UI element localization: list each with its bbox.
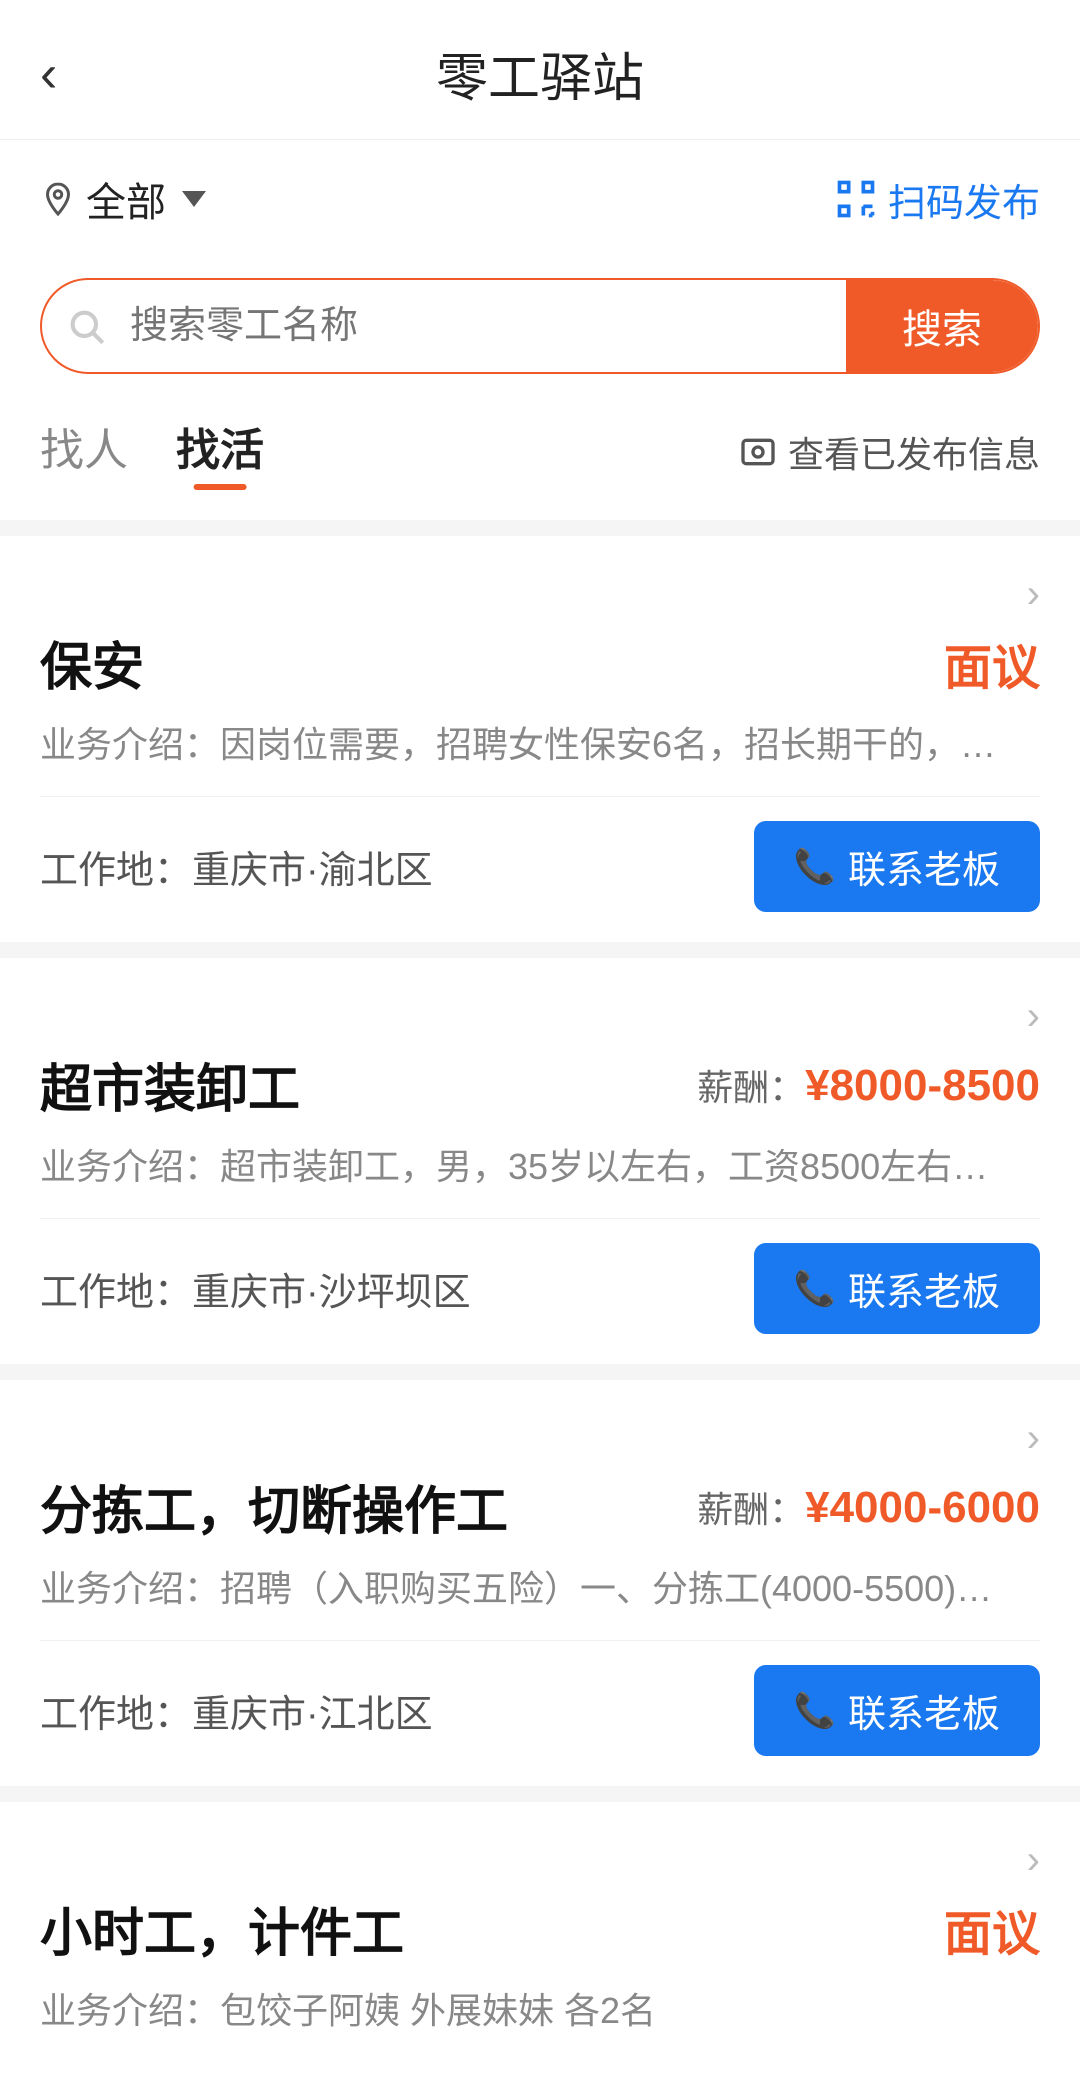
search-icon-wrap bbox=[42, 306, 130, 346]
job-title: 小时工，计件工 bbox=[40, 1891, 404, 1966]
view-published-button[interactable]: 查看已发布信息 bbox=[738, 426, 1040, 478]
page-title: 零工驿站 bbox=[436, 36, 644, 111]
contact-label: 联系老板 bbox=[848, 1683, 1000, 1738]
location-selector[interactable]: 全部 bbox=[40, 170, 206, 228]
job-card[interactable]: › 小时工，计件工 面议 业务介绍：包饺子阿姨 外展妹妹 各2名 bbox=[0, 1802, 1080, 2092]
contact-label: 联系老板 bbox=[848, 839, 1000, 894]
salary-value: ¥8000-8500 bbox=[805, 1061, 1040, 1110]
job-title: 分拣工，切断操作工 bbox=[40, 1469, 508, 1544]
divider bbox=[40, 1640, 1040, 1641]
divider bbox=[40, 1218, 1040, 1219]
chevron-right-icon: › bbox=[1027, 1416, 1040, 1461]
job-salary: 面议 bbox=[944, 628, 1040, 698]
tabs-left: 找人 找活 bbox=[40, 414, 264, 490]
job-location: 工作地：重庆市·江北区 bbox=[40, 1683, 433, 1738]
phone-icon: 📞 bbox=[794, 1691, 836, 1731]
chevron-right-icon: › bbox=[1027, 572, 1040, 617]
location-pin-icon bbox=[40, 181, 76, 217]
search-area: 搜索 bbox=[0, 258, 1080, 414]
view-published-label: 查看已发布信息 bbox=[788, 426, 1040, 478]
job-description: 业务介绍：超市装卸工，男，35岁以左右，工资8500左右… bbox=[40, 1140, 1040, 1194]
search-input[interactable] bbox=[130, 305, 846, 348]
back-button[interactable]: ‹ bbox=[40, 48, 57, 100]
job-location: 工作地：重庆市·渝北区 bbox=[40, 839, 433, 894]
location-text: 全部 bbox=[86, 170, 166, 228]
chevron-right-icon: › bbox=[1027, 994, 1040, 1039]
job-salary: 面议 bbox=[944, 1894, 1040, 1964]
job-list: › 保安 面议 业务介绍：因岗位需要，招聘女性保安6名，招长期干的，… 工作地：… bbox=[0, 536, 1080, 2092]
job-card[interactable]: › 保安 面议 业务介绍：因岗位需要，招聘女性保安6名，招长期干的，… 工作地：… bbox=[0, 536, 1080, 942]
contact-boss-button[interactable]: 📞 联系老板 bbox=[754, 1665, 1040, 1756]
contact-label: 联系老板 bbox=[848, 1261, 1000, 1316]
search-icon bbox=[66, 306, 106, 346]
search-box: 搜索 bbox=[40, 278, 1040, 374]
job-card[interactable]: › 超市装卸工 薪酬：¥8000-8500 业务介绍：超市装卸工，男，35岁以左… bbox=[0, 958, 1080, 1364]
job-location: 工作地：重庆市·沙坪坝区 bbox=[40, 1261, 471, 1316]
contact-boss-button[interactable]: 📞 联系老板 bbox=[754, 821, 1040, 912]
scan-publish-label: 扫码发布 bbox=[888, 172, 1040, 227]
phone-icon: 📞 bbox=[794, 1269, 836, 1309]
contact-boss-button[interactable]: 📞 联系老板 bbox=[754, 1243, 1040, 1334]
job-salary: 薪酬：¥4000-6000 bbox=[697, 1481, 1040, 1533]
job-title: 保安 bbox=[40, 625, 144, 700]
job-description: 业务介绍：招聘（入职购买五险）一、分拣工(4000-5500)… bbox=[40, 1562, 1040, 1616]
phone-icon: 📞 bbox=[794, 847, 836, 887]
salary-value: ¥4000-6000 bbox=[805, 1483, 1040, 1532]
job-card[interactable]: › 分拣工，切断操作工 薪酬：¥4000-6000 业务介绍：招聘（入职购买五险… bbox=[0, 1380, 1080, 1786]
dropdown-arrow-icon bbox=[182, 191, 206, 207]
job-description: 业务介绍：因岗位需要，招聘女性保安6名，招长期干的，… bbox=[40, 718, 1040, 772]
scan-icon bbox=[834, 177, 878, 221]
search-button[interactable]: 搜索 bbox=[846, 280, 1038, 372]
job-description: 业务介绍：包饺子阿姨 外展妹妹 各2名 bbox=[40, 1984, 1040, 2038]
eye-icon bbox=[738, 432, 778, 472]
salary-label: 薪酬： bbox=[697, 1067, 805, 1108]
tabs-area: 找人 找活 查看已发布信息 bbox=[0, 414, 1080, 520]
divider bbox=[40, 796, 1040, 797]
chevron-right-icon: › bbox=[1027, 1838, 1040, 1883]
job-title: 超市装卸工 bbox=[40, 1047, 300, 1122]
scan-publish-button[interactable]: 扫码发布 bbox=[834, 172, 1040, 227]
job-salary: 薪酬：¥8000-8500 bbox=[697, 1059, 1040, 1111]
header: ‹ 零工驿站 bbox=[0, 0, 1080, 140]
tab-find-people[interactable]: 找人 bbox=[40, 414, 128, 490]
location-bar: 全部 扫码发布 bbox=[0, 140, 1080, 258]
salary-label: 薪酬： bbox=[697, 1489, 805, 1530]
tab-find-jobs[interactable]: 找活 bbox=[176, 414, 264, 490]
